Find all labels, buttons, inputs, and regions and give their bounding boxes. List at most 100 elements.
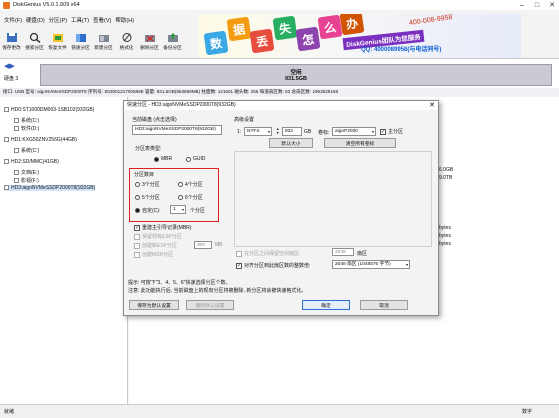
menu-partition[interactable]: 分区(P) <box>49 16 67 24</box>
expand-icon <box>4 159 9 165</box>
esp-size-field[interactable]: 300 <box>194 241 212 249</box>
format-button[interactable]: 格式化 <box>115 27 138 53</box>
expand-icon <box>4 137 9 143</box>
format-icon <box>122 33 131 42</box>
tree-item[interactable]: 系统(C:) <box>14 117 39 124</box>
tree-item-selected[interactable]: HD3:aigoNVMeSSDP2000T8(932GB) <box>4 185 96 191</box>
disk-nav-arrows[interactable]: ◀▶ <box>4 62 15 70</box>
ok-button[interactable]: 确定 <box>302 300 350 310</box>
volume-label-dropdown[interactable]: aigoP2000 ▾ <box>332 127 376 136</box>
tree-item[interactable]: 文档(E:) <box>14 169 39 176</box>
expand-icon <box>14 170 19 176</box>
num-lock-indicator: 数字 <box>522 409 533 415</box>
count-4-radio[interactable]: 4个分区 <box>178 181 203 188</box>
recover-files-button[interactable]: 恢复文件 <box>46 27 69 53</box>
detail-value: bytes <box>439 241 451 247</box>
delete-default-button[interactable]: 删除默认设置 <box>186 300 234 310</box>
backup-partition-button[interactable]: 备份分区 <box>161 27 184 53</box>
create-esp-checkbox[interactable]: 创建新ESP分区 <box>134 242 177 249</box>
banner-phone-text: 400-008-9958 <box>408 14 453 27</box>
banner-tile: 么 <box>317 14 343 40</box>
count-custom-radio[interactable]: 自定(C): <box>135 207 160 214</box>
tree-item[interactable]: 软件(D:) <box>14 125 39 132</box>
filesystem-dropdown[interactable]: NTFS ▾ <box>244 127 272 136</box>
primary-partition-checkbox[interactable]: ✓ 主分区 <box>380 128 403 135</box>
custom-count-unit: 个分区 <box>190 208 206 214</box>
banner-tile: 据 <box>226 16 252 42</box>
tree-item[interactable]: 系统(C:) <box>14 147 39 154</box>
dialog-close-button[interactable]: ✕ <box>429 101 435 110</box>
free-space-block[interactable]: 空闲 931.5GB <box>40 64 552 86</box>
banner-tile: 办 <box>339 14 365 36</box>
chevron-down-icon: ▾ <box>405 262 408 267</box>
table-type-guid-radio[interactable]: GUID <box>186 156 206 162</box>
chevron-down-icon: ▾ <box>181 207 184 212</box>
size-field[interactable]: 932 <box>282 127 302 136</box>
default-size-button[interactable]: 默认大小 <box>269 138 313 148</box>
delete-partition-button[interactable]: 删除分区 <box>138 27 161 53</box>
chevron-down-icon: ▾ <box>267 129 270 134</box>
expand-icon <box>14 178 19 184</box>
title-bar: DiskGenius V5.0.1.609 x64 – □ ✕ <box>0 0 559 10</box>
quick-partition-icon <box>75 34 86 42</box>
align-partitions-checkbox[interactable]: ✓ 对齐分区到此扇区数的整数倍: <box>236 262 310 269</box>
align-sectors-dropdown[interactable]: 2048 扇区 (1048576 字节) ▾ <box>332 260 410 269</box>
tree-item[interactable]: HD0:ST1000DM003-1SB102(932GB) <box>4 107 94 113</box>
ad-banner[interactable]: 数 据 丢 失 怎 么 办 DiskGenius团队为您服务 QQ: 40000… <box>199 14 521 58</box>
detail-value: 9.0TB <box>439 175 453 181</box>
save-changes-button[interactable]: 保存更改 <box>0 27 23 53</box>
size-unit: GB <box>304 129 312 135</box>
reserve-gap-checkbox[interactable]: 在分区之间保留空闲扇区: <box>236 250 300 257</box>
disk-tree: HD0:ST1000DM003-1SB102(932GB) 系统(C:) 软件(… <box>0 97 128 404</box>
clear-labels-button[interactable]: 清空所有卷标 <box>324 138 396 148</box>
size-stepper[interactable]: ▲ ▼ <box>276 127 279 135</box>
expand-icon <box>4 107 9 113</box>
menu-view[interactable]: 查看(V) <box>93 16 111 24</box>
gap-sectors-field[interactable]: 2048 <box>332 248 354 256</box>
banner-tile: 丢 <box>249 28 275 54</box>
create-msr-checkbox[interactable]: 创建MSR分区 <box>134 251 173 258</box>
disk-icon <box>4 185 9 191</box>
count-5-radio[interactable]: 5个分区 <box>135 194 160 201</box>
advanced-settings-label: 高级设置 <box>234 117 255 123</box>
search-icon <box>29 32 40 43</box>
partition-count-label: 分区数目 <box>134 172 155 178</box>
hint-text: 提示: 可按下"3、4、5、6"快速选择分区个数。 <box>128 280 231 286</box>
tree-item[interactable]: HD2:SD/MMC(41GB) <box>4 159 59 165</box>
quick-partition-button[interactable]: 快速分区 <box>69 27 92 53</box>
status-text: 就绪 <box>4 409 15 415</box>
banner-tile: 怎 <box>295 26 321 52</box>
disk-info-line: 接口: USB 型号: aigoNVMeSSDP2000T8 序列号: S030… <box>0 88 559 96</box>
maximize-button[interactable]: □ <box>530 0 544 10</box>
count-3-radio[interactable]: 3个分区 <box>135 181 160 188</box>
detail-value: 6.0GB <box>439 167 454 173</box>
menu-disk[interactable]: 硬盘(D) <box>26 16 45 24</box>
save-default-button[interactable]: 保存为默认设置 <box>129 300 179 310</box>
banner-qq-text: QQ: 4000089958(与电话同号) <box>361 47 442 53</box>
close-button[interactable]: ✕ <box>545 0 559 10</box>
backup-partition-icon <box>167 33 178 42</box>
menu-help[interactable]: 帮助(H) <box>115 16 134 24</box>
custom-count-dropdown[interactable]: 1 ▾ <box>170 205 186 214</box>
table-type-mbr-radio[interactable]: MBR <box>154 156 172 162</box>
new-partition-icon <box>98 35 109 42</box>
expand-icon <box>14 148 19 154</box>
current-disk-field[interactable]: HD3:aigoNVMeSSDP2000T8(932GB) <box>132 125 222 135</box>
menu-tools[interactable]: 工具(T) <box>71 16 89 24</box>
tree-item[interactable]: 影视(F:) <box>14 177 39 184</box>
warning-text: 注意: 此功能执行后, 当前磁盘上的现有分区将被删除, 新分区将会被快速格式化。 <box>128 288 307 294</box>
cancel-button[interactable]: 取消 <box>360 300 408 310</box>
minimize-button[interactable]: – <box>515 0 529 10</box>
free-space-label: 空闲 <box>290 70 302 76</box>
tree-item[interactable]: HD1:KXG50ZNV256G(44GB) <box>4 137 77 143</box>
keep-esp-checkbox[interactable]: 保留现有ESP分区 <box>134 233 182 240</box>
detail-value: bytes <box>439 225 451 231</box>
dialog-title: 快速分区 - HD3:aigoNVMeSSDP2000T8(932GB) <box>124 101 438 110</box>
current-disk-label: 当前磁盘 (点击选择) <box>132 117 177 123</box>
count-6-radio[interactable]: 6个分区 <box>178 194 203 201</box>
search-partition-button[interactable]: 搜索分区 <box>23 27 46 53</box>
menu-file[interactable]: 文件(F) <box>4 16 22 24</box>
new-partition-button[interactable]: 新建分区 <box>92 27 115 53</box>
rebuild-mbr-checkbox[interactable]: ✓ 重建主引导记录(MBR) <box>134 224 191 231</box>
expand-icon <box>14 126 19 132</box>
